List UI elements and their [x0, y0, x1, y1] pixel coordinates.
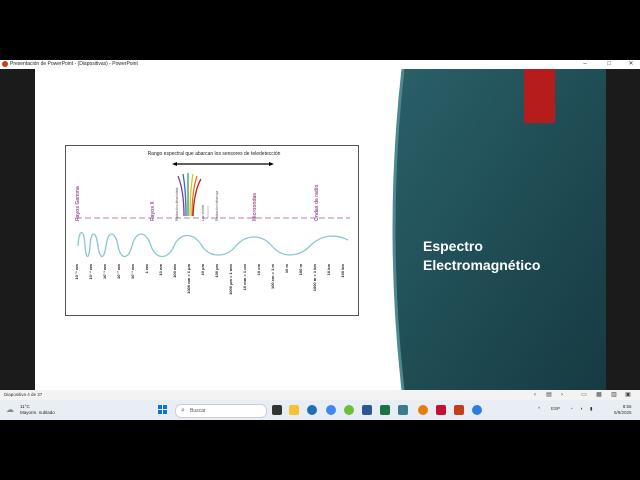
weather-condition: Mayorm. nublado	[20, 410, 55, 415]
normal-view-icon[interactable]: ▭	[580, 391, 588, 399]
slide-menu-icon[interactable]: ▤	[545, 391, 553, 399]
slide-title-line2: Electromagnético	[423, 257, 541, 273]
system-clock[interactable]: 8:56 5/9/2025	[614, 404, 632, 416]
band-label-xray: Rayos X	[150, 201, 156, 221]
scale-label: 1 nm	[144, 264, 149, 274]
slideshow-view-icon[interactable]: ▣	[624, 391, 632, 399]
task-view-icon[interactable]	[272, 405, 282, 415]
powerpoint-taskbar-icon[interactable]	[454, 405, 464, 415]
window-title: Presentación de PowerPoint - (Diapositiv…	[10, 61, 138, 67]
file-explorer-icon[interactable]	[289, 405, 299, 415]
blender-icon[interactable]	[418, 405, 428, 415]
start-button[interactable]	[158, 405, 168, 415]
title-panel	[391, 69, 606, 390]
tray-chevron-icon[interactable]: ^	[538, 406, 540, 411]
reading-view-icon[interactable]: ▥	[610, 391, 618, 399]
slide-counter: Diapositiva 4 de 37	[4, 392, 43, 397]
band-label-microwave: Microondas	[252, 193, 258, 221]
scale-label: 10 µm	[200, 264, 205, 276]
scale-label: 10 nm	[158, 264, 163, 276]
band-label-uv: Radiación ultravioleta	[175, 187, 179, 221]
taskbar: ☁ 11°C Mayorm. nublado ⌕ Buscar ^ ESP ◔ …	[0, 400, 640, 420]
visible-light-fan	[177, 173, 202, 217]
qgis-icon[interactable]	[344, 405, 354, 415]
battery-icon[interactable]: ▮	[590, 406, 592, 412]
sorter-view-icon[interactable]: ▦	[595, 391, 603, 399]
scale-label: 10 mm = 1 cm	[242, 264, 247, 291]
scale-label: 100 nm	[172, 264, 177, 278]
taskbar-search[interactable]: ⌕ Buscar	[175, 404, 267, 418]
scale-label: 10⁻³ nm	[102, 264, 107, 279]
window-titlebar: Presentación de PowerPoint - (Diapositiv…	[0, 60, 640, 69]
scale-label: 10 km	[326, 264, 331, 276]
clock-date: 5/9/2025	[614, 410, 632, 415]
band-label-radio: Ondas de radio	[314, 185, 320, 221]
scale-label: 100 km	[340, 264, 345, 278]
edge-icon[interactable]	[307, 405, 317, 415]
status-bar: Diapositiva 4 de 37 ‹ ▤ › ▭ ▦ ▥ ▣	[0, 390, 640, 400]
app-icon[interactable]	[398, 405, 408, 415]
accent-tab	[524, 69, 555, 123]
scale-label: 1000 µm = 1 mm	[228, 264, 233, 295]
scale-label: 10⁻⁵ nm	[74, 264, 79, 280]
cloud-icon: ☁	[6, 405, 14, 414]
powerpoint-icon	[2, 61, 8, 67]
scale-label: 10⁻² nm	[116, 264, 121, 279]
spectrum-figure[interactable]: Rango espectral que abarcan los sensores…	[65, 145, 359, 316]
figure-header: Rango espectral que abarcan los sensores…	[148, 151, 281, 157]
scale-label: 10 cm	[256, 264, 261, 276]
scale-label: 1000 m = 1 km	[312, 264, 317, 292]
band-label-gamma: Rayos Gamma	[75, 186, 81, 221]
maximize-button[interactable]: □	[602, 60, 616, 69]
scale-label: 100 m	[298, 264, 303, 276]
scale-label: 100 µm	[214, 264, 219, 278]
scale-labels: 10⁻⁵ nm 10⁻⁴ nm 10⁻³ nm 10⁻² nm 10⁻¹ nm …	[74, 264, 345, 295]
scale-label: 10⁻⁴ nm	[88, 264, 93, 280]
app-icon[interactable]	[472, 405, 482, 415]
title-panel-graphic	[392, 69, 606, 390]
scale-label: 10 m	[284, 264, 289, 274]
volume-icon[interactable]: ◖	[580, 406, 583, 411]
spectrum-diagram: Rango espectral que abarcan los sensores…	[74, 151, 350, 295]
search-icon: ⌕	[181, 407, 185, 414]
band-label-infrared: Radiación infrarroja	[215, 191, 219, 221]
language-indicator[interactable]: ESP	[551, 406, 560, 411]
wavelength-wave	[77, 231, 349, 258]
next-slide-icon[interactable]: ›	[558, 391, 566, 399]
close-button[interactable]: ✕	[624, 60, 638, 69]
search-placeholder: Buscar	[190, 408, 206, 414]
band-label-visible: Luz visible	[201, 205, 205, 221]
scale-label: 100 cm = 1 m	[270, 264, 275, 289]
scale-label: 1000 nm = 1 µm	[186, 264, 191, 294]
slide[interactable]: Espectro Electromagnético Rango espectra…	[35, 69, 606, 390]
excel-icon[interactable]	[380, 405, 390, 415]
minimize-button[interactable]: –	[578, 60, 592, 69]
app-icon[interactable]	[362, 405, 372, 415]
chrome-icon[interactable]	[326, 405, 336, 415]
slide-title-line1: Espectro	[423, 238, 483, 254]
slide-title[interactable]: Espectro Electromagnético	[423, 237, 540, 275]
temperature: 11°C	[20, 404, 30, 409]
previous-slide-icon[interactable]: ‹	[531, 391, 539, 399]
pdf-reader-icon[interactable]	[436, 405, 446, 415]
wifi-icon[interactable]: ◔	[570, 406, 573, 411]
scale-label: 10⁻¹ nm	[130, 264, 135, 279]
